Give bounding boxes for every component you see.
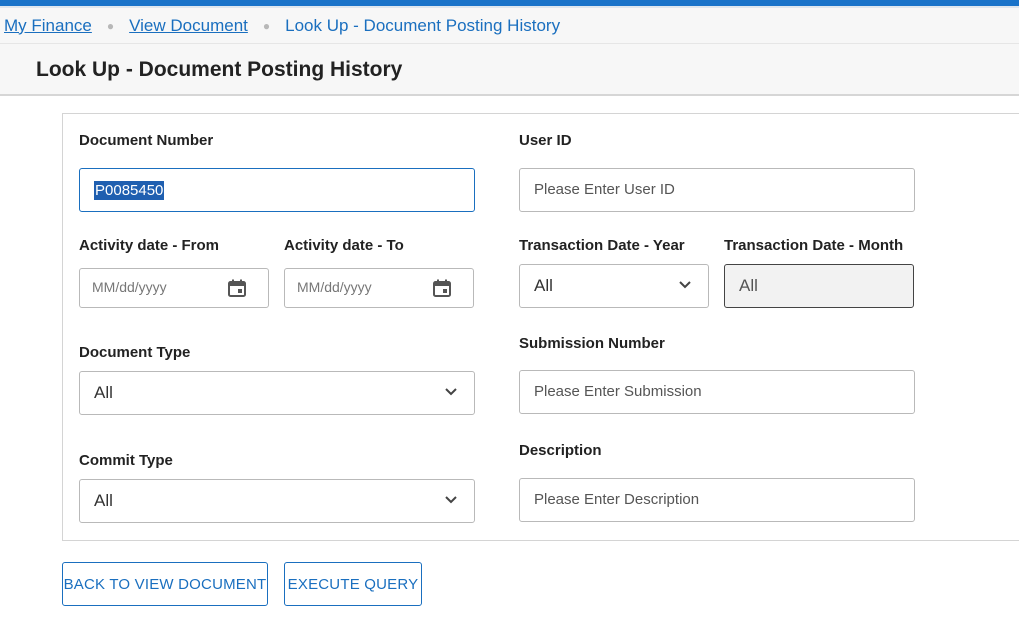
activity-date-from-field[interactable] bbox=[79, 268, 269, 308]
transaction-year-label: Transaction Date - Year bbox=[519, 237, 685, 254]
description-label: Description bbox=[519, 442, 602, 459]
chevron-down-icon bbox=[445, 388, 457, 396]
breadcrumb-my-finance[interactable]: My Finance bbox=[4, 16, 92, 36]
activity-date-to-label: Activity date - To bbox=[284, 237, 404, 254]
page-title: Look Up - Document Posting History bbox=[36, 58, 403, 81]
document-number-value[interactable]: P0085450 bbox=[94, 180, 165, 200]
submission-number-field[interactable] bbox=[519, 370, 915, 414]
submission-number-label: Submission Number bbox=[519, 335, 665, 352]
commit-type-select[interactable]: All bbox=[79, 479, 475, 523]
back-to-view-document-button[interactable]: BACK TO VIEW DOCUMENT bbox=[62, 562, 268, 606]
transaction-year-value: All bbox=[534, 276, 553, 295]
user-id-label: User ID bbox=[519, 132, 572, 149]
document-type-value: All bbox=[94, 383, 113, 402]
activity-date-to-field[interactable] bbox=[284, 268, 474, 308]
breadcrumb-separator: ● bbox=[106, 18, 115, 33]
submission-number-input[interactable] bbox=[534, 383, 900, 401]
transaction-month-select[interactable]: All bbox=[724, 264, 914, 308]
commit-type-label: Commit Type bbox=[79, 452, 173, 469]
breadcrumb-view-document[interactable]: View Document bbox=[129, 16, 248, 36]
chevron-down-icon bbox=[679, 281, 691, 289]
breadcrumb-current-page: Look Up - Document Posting History bbox=[285, 15, 561, 35]
document-type-label: Document Type bbox=[79, 344, 191, 361]
execute-query-button[interactable]: EXECUTE QUERY bbox=[284, 562, 422, 606]
breadcrumb: My Finance ● View Document ● Look Up - D… bbox=[0, 8, 1019, 44]
calendar-icon[interactable] bbox=[228, 279, 246, 297]
transaction-month-value: All bbox=[739, 276, 758, 295]
description-input[interactable] bbox=[534, 491, 900, 509]
activity-date-from-label: Activity date - From bbox=[79, 237, 220, 254]
page-header: Look Up - Document Posting History bbox=[0, 44, 1019, 96]
user-id-field[interactable] bbox=[519, 168, 915, 212]
document-type-select[interactable]: All bbox=[79, 371, 475, 415]
user-id-input[interactable] bbox=[534, 181, 900, 199]
breadcrumb-separator: ● bbox=[262, 18, 271, 33]
commit-type-value: All bbox=[94, 491, 113, 510]
calendar-icon[interactable] bbox=[433, 279, 451, 297]
chevron-down-icon bbox=[445, 496, 457, 504]
document-number-field[interactable]: P0085450 bbox=[79, 168, 475, 212]
transaction-month-label: Transaction Date - Month bbox=[724, 237, 904, 254]
transaction-year-select[interactable]: All bbox=[519, 264, 709, 308]
document-number-label: Document Number bbox=[79, 132, 214, 149]
description-field[interactable] bbox=[519, 478, 915, 522]
